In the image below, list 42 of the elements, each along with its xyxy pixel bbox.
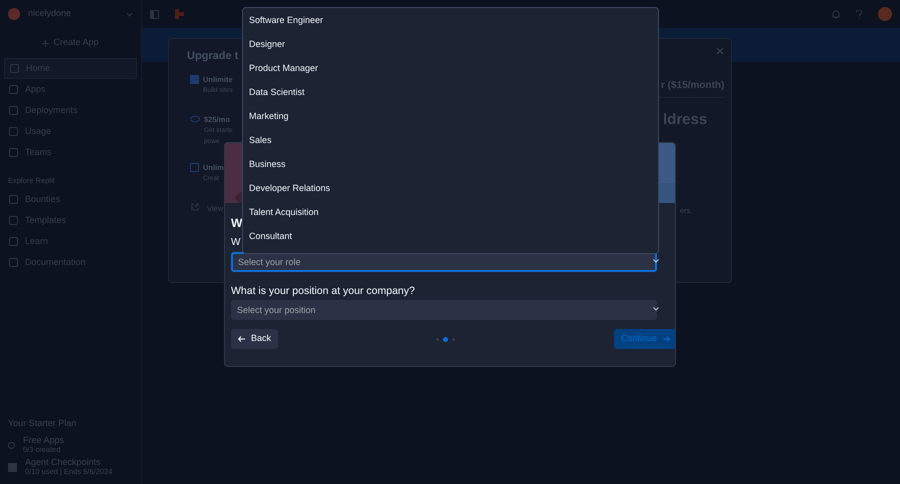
logo-icon <box>175 9 184 19</box>
select-field[interactable]: Select your position <box>231 300 657 320</box>
dialog-title: W <box>231 215 243 232</box>
nav-icon <box>9 127 18 136</box>
nav-icon <box>9 148 18 157</box>
dropdown-option[interactable]: Designer <box>243 33 658 57</box>
dropdown-option[interactable]: Talent Acquisition <box>243 201 658 225</box>
modal-title: Upgrade t <box>187 49 238 64</box>
nav-icon <box>9 258 18 267</box>
help-icon <box>856 10 862 18</box>
nav-icon <box>9 237 18 246</box>
nav-icon <box>10 64 19 73</box>
caret-icon <box>653 259 659 263</box>
dropdown-option[interactable]: Sales <box>243 129 658 153</box>
question-label: What is your position at your company? <box>231 284 416 298</box>
caret-icon <box>653 307 659 311</box>
dropdown-option[interactable]: Business <box>243 153 658 177</box>
question-label: W <box>231 236 241 250</box>
nav-icon <box>9 216 18 225</box>
nav-icon <box>9 85 18 94</box>
dropdown-option[interactable]: Data Scientist <box>243 81 658 105</box>
plus-icon <box>42 40 50 46</box>
dropdown-option[interactable]: Consultant <box>243 225 658 249</box>
sidebar-toggle-icon <box>150 10 159 18</box>
dropdown-option[interactable]: Developer Relations <box>243 177 658 201</box>
dropdown-option[interactable]: Product Manager <box>243 57 658 81</box>
avatar <box>8 8 20 20</box>
checkpoint-icon <box>8 462 17 472</box>
close-icon <box>717 48 723 54</box>
back-button[interactable]: Back <box>231 329 278 349</box>
nav-icon <box>9 106 18 115</box>
dropdown-option[interactable]: Marketing <box>243 105 658 129</box>
nav-icon <box>9 195 18 204</box>
external-link-icon <box>191 203 199 211</box>
arrow-right-icon <box>662 336 670 342</box>
dropdown-option[interactable]: Software Engineer <box>243 9 658 33</box>
select-field[interactable]: Select your role <box>231 252 657 272</box>
chevron-down-icon <box>126 12 133 16</box>
apps-icon <box>8 442 15 448</box>
avatar <box>878 7 892 21</box>
arrow-left-icon <box>238 336 245 342</box>
bell-icon <box>832 10 840 18</box>
